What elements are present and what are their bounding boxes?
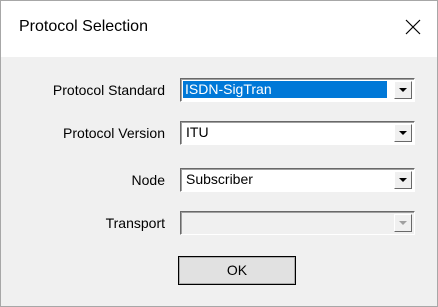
protocol-selection-dialog: Protocol Selection Protocol Standard ISD…: [0, 0, 438, 307]
chevron-down-icon[interactable]: [394, 81, 412, 99]
ok-button[interactable]: OK: [178, 256, 296, 285]
dialog-title: Protocol Selection: [19, 18, 148, 35]
protocol-standard-value: ISDN-SigTran: [183, 81, 387, 98]
transport-label: Transport: [105, 215, 165, 231]
protocol-version-select[interactable]: ITU: [180, 121, 415, 145]
close-icon: [405, 19, 421, 35]
node-value: Subscriber: [186, 171, 253, 187]
close-button[interactable]: [393, 7, 433, 47]
node-label: Node: [131, 172, 165, 188]
chevron-down-icon: [394, 214, 412, 232]
chevron-down-icon[interactable]: [394, 124, 412, 142]
transport-value: [184, 214, 188, 231]
protocol-standard-label: Protocol Standard: [52, 82, 165, 98]
protocol-version-value: ITU: [186, 124, 209, 140]
title-bar: Protocol Selection: [1, 1, 437, 57]
protocol-version-label: Protocol Version: [63, 125, 165, 141]
node-select[interactable]: Subscriber: [180, 168, 415, 192]
protocol-standard-select[interactable]: ISDN-SigTran: [180, 78, 415, 102]
chevron-down-icon[interactable]: [394, 171, 412, 189]
transport-select: [180, 211, 415, 235]
